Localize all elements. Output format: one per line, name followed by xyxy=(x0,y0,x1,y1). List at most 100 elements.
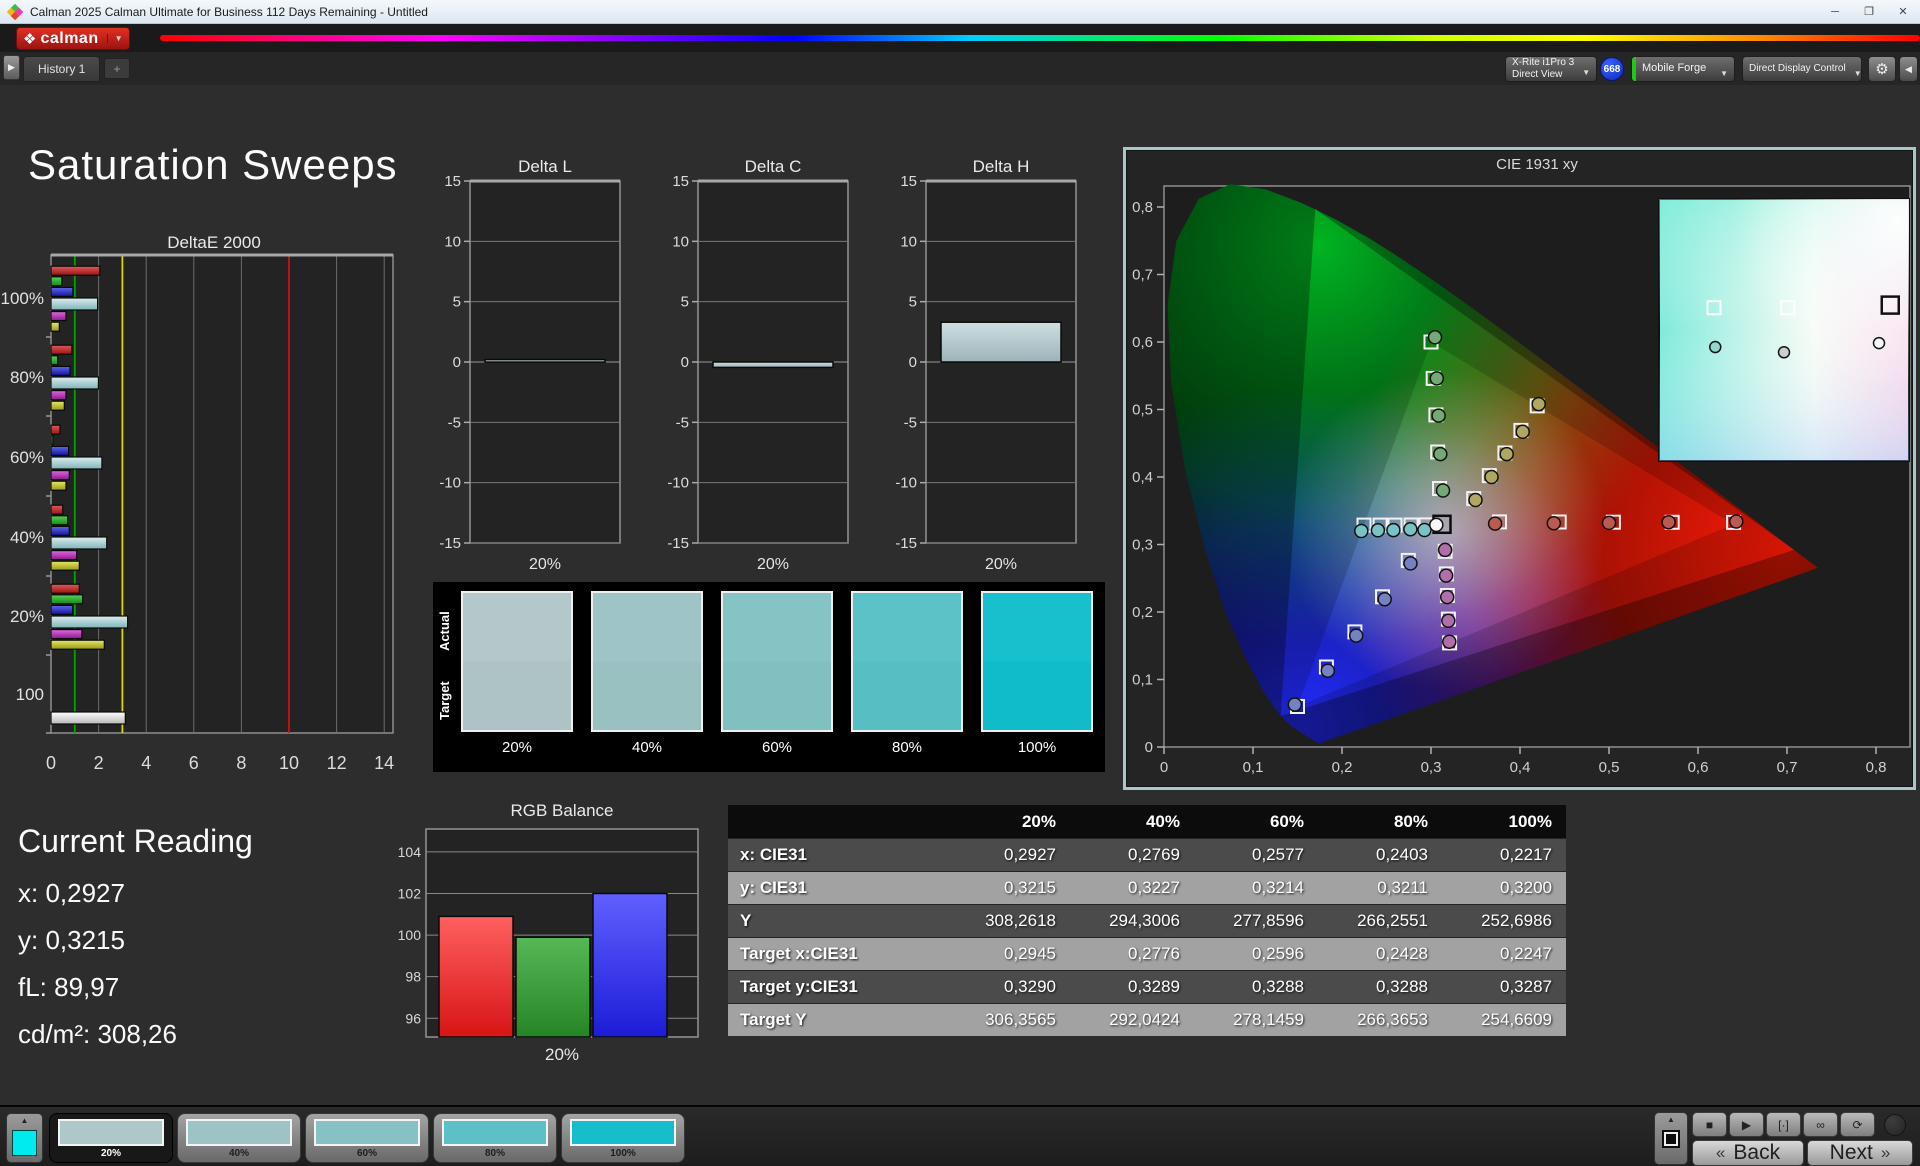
table-row-label: y: CIE31 xyxy=(740,878,808,897)
deltae-bar-red xyxy=(50,424,61,435)
cie-measured-yellow xyxy=(1484,469,1499,485)
back-button[interactable]: « Back xyxy=(1692,1140,1804,1166)
table-row: y: CIE31 0,3215 0,3227 0,3214 0,3211 0,3200 xyxy=(728,871,1566,904)
delta-y-tick: -5 xyxy=(676,414,689,431)
minimize-icon[interactable]: ─ xyxy=(1818,0,1852,23)
delta-bar xyxy=(484,358,606,363)
cie-measured-magenta xyxy=(1439,589,1455,605)
rgb-bar-red xyxy=(438,915,514,1038)
chevron-left-icon: ◀ xyxy=(1905,63,1912,74)
patch-button-80%[interactable]: 80% xyxy=(433,1113,557,1163)
delta-y-tick: -15 xyxy=(439,535,461,552)
cie-measured-yellow xyxy=(1499,446,1514,462)
delta-y-tick: 5 xyxy=(681,294,689,311)
display-control-dropdown[interactable]: Direct Display Control ▼ xyxy=(1742,56,1862,82)
cie-x-tick: 0,1 xyxy=(1243,759,1264,776)
chart-title: CIE 1931 xy xyxy=(1496,156,1578,173)
swatch-label: 40% xyxy=(631,739,663,756)
table-row-label: Target y:CIE31 xyxy=(740,977,858,996)
chevron-down-icon[interactable]: ▼ xyxy=(106,34,123,43)
deltae-bar-red xyxy=(50,583,80,594)
swatch-80% xyxy=(851,591,963,732)
table-cell: 0,2428 xyxy=(1376,944,1428,963)
inset-measured-circle xyxy=(1777,346,1791,359)
cie-whitepoint-measured xyxy=(1429,517,1444,533)
deltae-bar-red xyxy=(50,265,101,276)
delta-x-label: 20% xyxy=(529,556,561,573)
deltae-x-tick: 2 xyxy=(94,753,104,773)
next-button[interactable]: Next » xyxy=(1807,1140,1913,1166)
delta-y-tick: 15 xyxy=(900,173,917,190)
cie-1931-panel: CIE 1931 xy 0 0,1 0,2 0,3 0,4 0,5 0,6 0,7 0,8 0 0,1… xyxy=(1123,147,1916,790)
chart-title: Delta C xyxy=(745,157,802,176)
cie-measured-green xyxy=(1435,483,1451,498)
deltae-group-label: 20% xyxy=(10,607,44,626)
close-icon[interactable]: ✕ xyxy=(1886,0,1920,23)
deltae-group-label: 100% xyxy=(1,289,44,308)
deltae-bar-blue xyxy=(50,604,74,615)
current-reading-value: y: 0,3215 xyxy=(18,925,125,955)
calman-app-icon xyxy=(6,3,24,20)
deltae-bar-magenta xyxy=(50,550,78,561)
delta-y-tick: 0 xyxy=(681,354,689,371)
table-row-label: Target x:CIE31 xyxy=(740,944,858,963)
rainbow-spectrum-strip xyxy=(160,35,1920,41)
rgb-y-tick: 100 xyxy=(398,927,421,943)
deltae-x-tick: 12 xyxy=(327,753,347,773)
current-reading-value: fL: 89,97 xyxy=(18,972,120,1002)
pattern-window-stack-button[interactable]: ▲ xyxy=(1654,1112,1688,1165)
tab-history-1[interactable]: History 1 xyxy=(23,56,101,82)
loop-button[interactable]: ⟳ xyxy=(1840,1112,1875,1137)
cie-measured-cyan xyxy=(1370,523,1386,538)
patch-button-40%[interactable]: 40% xyxy=(177,1113,301,1163)
patch-swatch xyxy=(442,1119,548,1146)
table-cell: 278,1459 xyxy=(1233,1010,1304,1029)
history-run-button[interactable]: ▶ xyxy=(3,55,20,80)
delta-y-tick: 5 xyxy=(909,294,917,311)
cie-measured-blue xyxy=(1320,663,1336,678)
maximize-icon[interactable]: ❐ xyxy=(1852,0,1886,23)
rgb-x-label: 20% xyxy=(545,1045,579,1064)
meter-dropdown[interactable]: X-Rite i1Pro 3 Direct View ▼ xyxy=(1505,56,1597,82)
swatch-40% xyxy=(591,591,703,732)
deltae-bar-white xyxy=(50,711,126,725)
cie-x-tick: 0 xyxy=(1160,759,1168,776)
patch-swatch xyxy=(58,1119,164,1146)
deltae-bar-cyan xyxy=(50,456,103,470)
patch-label: 20% xyxy=(100,1148,121,1159)
deltae-x-tick: 6 xyxy=(189,753,199,773)
patch-color-stack-button[interactable]: ▲ xyxy=(6,1113,43,1163)
patch-button-100%[interactable]: 100% xyxy=(561,1113,685,1163)
patch-swatch xyxy=(314,1119,420,1146)
deltae-group-label: 80% xyxy=(10,368,44,387)
patch-button-20%[interactable]: 20% xyxy=(49,1113,173,1163)
swatch-60% xyxy=(721,591,833,732)
cie-x-tick: 0,8 xyxy=(1866,759,1887,776)
meter-id-badge[interactable]: 668 xyxy=(1600,57,1624,81)
cie-measured-green xyxy=(1431,408,1446,423)
delta-c-chart: Delta C 15 10 5 0 -5 -10 -15 20% xyxy=(656,157,856,587)
continuous-measure-button[interactable]: ∞ xyxy=(1803,1112,1838,1137)
patch-button-60%[interactable]: 60% xyxy=(305,1113,429,1163)
status-led xyxy=(1884,1114,1906,1136)
collapse-panel-button[interactable]: ◀ xyxy=(1899,56,1918,82)
rgb-bar-blue xyxy=(592,892,668,1038)
deltae-bar-magenta xyxy=(50,390,67,401)
stop-button[interactable]: ■ xyxy=(1692,1112,1727,1137)
single-measure-button[interactable]: [·] xyxy=(1766,1112,1801,1137)
table-row: Target y:CIE31 0,3290 0,3289 0,3288 0,3288 0,… xyxy=(728,970,1566,1003)
play-button[interactable]: ▶ xyxy=(1729,1112,1764,1137)
add-tab-button[interactable]: + xyxy=(104,58,130,79)
source-dropdown[interactable]: Mobile Forge ▼ xyxy=(1631,56,1735,82)
chevron-up-icon: ▲ xyxy=(1667,1115,1675,1124)
cie-measured-magenta xyxy=(1441,613,1456,629)
table-header-cell: 80% xyxy=(1393,811,1428,831)
table-header-row: 20% 40% 60% 80% 100% xyxy=(728,805,1566,838)
delta-y-tick: 10 xyxy=(444,233,461,250)
cie-x-tick: 0,5 xyxy=(1599,759,1620,776)
calman-menu-button[interactable]: ❖ calman ▼ xyxy=(16,27,130,50)
chevron-down-icon: ▼ xyxy=(1853,69,1862,78)
settings-gear-button[interactable]: ⚙ xyxy=(1868,56,1896,82)
cie-x-tick: 0,7 xyxy=(1777,759,1798,776)
table-header-cell: 20% xyxy=(1021,811,1056,831)
